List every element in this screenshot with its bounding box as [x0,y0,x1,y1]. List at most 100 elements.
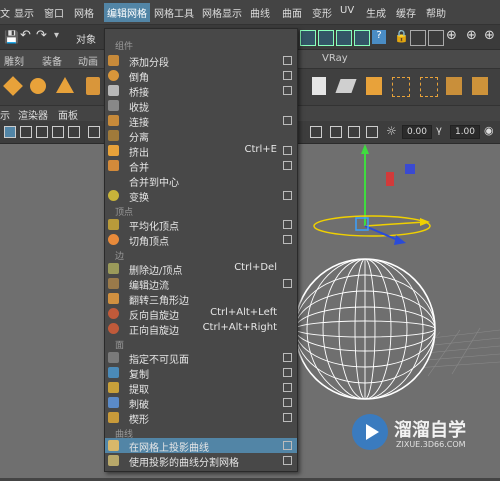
selection-mode-icon[interactable]: ▾ [54,30,59,41]
wireframe-icon[interactable] [20,126,32,138]
menu-item-split-mesh-with-curve[interactable]: 使用投影的曲线分割网格 [105,453,297,469]
snap-view-icon[interactable] [354,30,370,46]
menu-item-spin-edge-forward[interactable]: 正向自旋边 Ctrl+Alt+Right [105,321,297,337]
option-box[interactable] [283,383,292,392]
menu-mesh-display[interactable]: 网格显示 [202,5,242,20]
menu-item-flip-triangle-edge[interactable]: 翻转三角形边 [105,291,297,307]
xray-icon[interactable] [88,126,100,138]
poly-cylinder-icon[interactable] [86,77,100,95]
menu-cache[interactable]: 缓存 [396,5,416,20]
smooth-icon[interactable] [420,77,438,97]
object-mode-label[interactable]: 对象 [76,31,96,46]
option-box[interactable] [283,71,292,80]
fill-hole-icon[interactable] [472,77,488,95]
camera-icon[interactable] [330,126,342,138]
poly-cone-icon[interactable] [56,77,74,93]
menu-deform[interactable]: 变形 [312,5,332,20]
menu-item-spin-edge-backward[interactable]: 反向自旋边 Ctrl+Alt+Left [105,306,297,322]
separate-icon[interactable] [392,77,410,97]
panel-menu-panels[interactable]: 面板 [58,107,78,122]
menu-item-chamfer-vertices[interactable]: 切角顶点 [105,232,297,248]
menu-item-merge-to-center[interactable]: 合并到中心 [105,173,297,189]
option-box[interactable] [283,413,292,422]
menu-window[interactable]: 窗口 [44,5,64,20]
tab-animation[interactable]: 动画 [78,53,98,68]
menu-help[interactable]: 帮助 [426,5,446,20]
combine-icon[interactable] [366,77,382,95]
menu-item-wedge[interactable]: 楔形 [105,410,297,426]
panel-menu-show[interactable]: 示 [0,107,10,122]
isolate-icon[interactable] [310,126,322,138]
bevel-icon[interactable] [446,77,462,95]
option-box[interactable] [283,235,292,244]
option-box[interactable] [283,86,292,95]
render-icon[interactable] [410,30,426,46]
tab-vray[interactable]: VRay [322,53,348,64]
option-box[interactable] [283,191,292,200]
option-box[interactable] [283,398,292,407]
option-box[interactable] [283,441,292,450]
menu-item-project-curve-on-mesh[interactable]: 在网格上投影曲线 [105,438,297,454]
extrude-icon[interactable] [312,77,326,95]
menu-display[interactable]: 显示 [14,5,34,20]
menu-file[interactable]: 文 [0,5,10,20]
snap-curve-icon[interactable] [318,30,334,46]
menu-item-connect[interactable]: 连接 [105,113,297,129]
menu-generate[interactable]: 生成 [366,5,386,20]
menu-item-add-divisions[interactable]: 添加分段 [105,53,297,69]
menu-item-delete-edge[interactable]: 删除边/顶点 Ctrl+Del [105,261,297,277]
menu-item-bridge[interactable]: 桥接 [105,83,297,99]
textured-icon[interactable] [52,126,64,138]
redo-icon[interactable]: ↷ [36,28,47,43]
option-box[interactable] [283,279,292,288]
menu-item-detach[interactable]: 分离 [105,128,297,144]
menu-uv[interactable]: UV [340,5,354,16]
menu-edit-mesh[interactable]: 编辑网格 [104,3,150,22]
film-gate-icon[interactable] [348,126,360,138]
menu-item-extract[interactable]: 提取 [105,380,297,396]
menu-item-transform[interactable]: 变换 [105,188,297,204]
option-box[interactable] [283,56,292,65]
option-box[interactable] [283,116,292,125]
menu-item-duplicate[interactable]: 复制 [105,365,297,381]
option-box[interactable] [283,146,292,155]
option-box[interactable] [283,368,292,377]
tab-rigging[interactable]: 装备 [42,53,62,68]
option-box[interactable] [283,220,292,229]
option-box[interactable] [283,456,292,465]
poly-sphere-icon[interactable] [3,76,23,96]
menu-item-poke[interactable]: 刺破 [105,395,297,411]
menu-item-extrude[interactable]: 挤出 Ctrl+E [105,143,297,159]
lasso-icon[interactable]: ⊕ [466,28,477,43]
magnet-icon[interactable]: ⊕ [446,28,457,43]
lighting-icon[interactable] [68,126,80,138]
transform-manipulator[interactable] [313,144,431,245]
bridge-icon[interactable] [335,79,357,93]
option-box[interactable] [283,353,292,362]
lock-icon[interactable]: 🔒 [394,29,409,43]
panel-menu-renderer[interactable]: 渲染器 [18,107,48,122]
option-box[interactable] [283,161,292,170]
gamma-field[interactable]: 1.00 [450,125,480,139]
menu-mesh[interactable]: 网格 [74,5,94,20]
menu-item-collapse[interactable]: 收拢 [105,98,297,114]
menu-item-edit-edge-flow[interactable]: 编辑边流 [105,276,297,292]
resolution-gate-icon[interactable] [366,126,378,138]
help-toggle-icon[interactable]: ? [372,30,386,44]
menu-curves[interactable]: 曲线 [250,5,270,20]
tab-sculpt[interactable]: 雕刻 [4,53,24,68]
poly-cube-icon[interactable] [30,78,46,94]
grid-toggle-icon[interactable] [4,126,16,138]
menu-surfaces[interactable]: 曲面 [282,5,302,20]
save-icon[interactable]: 💾 [4,30,19,44]
render-settings-icon[interactable] [428,30,444,46]
color-management-icon[interactable]: ◉ [484,124,494,137]
menu-mesh-tools[interactable]: 网格工具 [154,5,194,20]
menu-item-bevel[interactable]: 倒角 [105,68,297,84]
menu-item-average-vertices[interactable]: 平均化顶点 [105,217,297,233]
shaded-icon[interactable] [36,126,48,138]
poly-sphere[interactable] [294,258,436,400]
symmetry-icon[interactable]: ⊕ [484,28,495,43]
undo-icon[interactable]: ↶ [20,28,31,43]
snap-point-icon[interactable] [336,30,352,46]
